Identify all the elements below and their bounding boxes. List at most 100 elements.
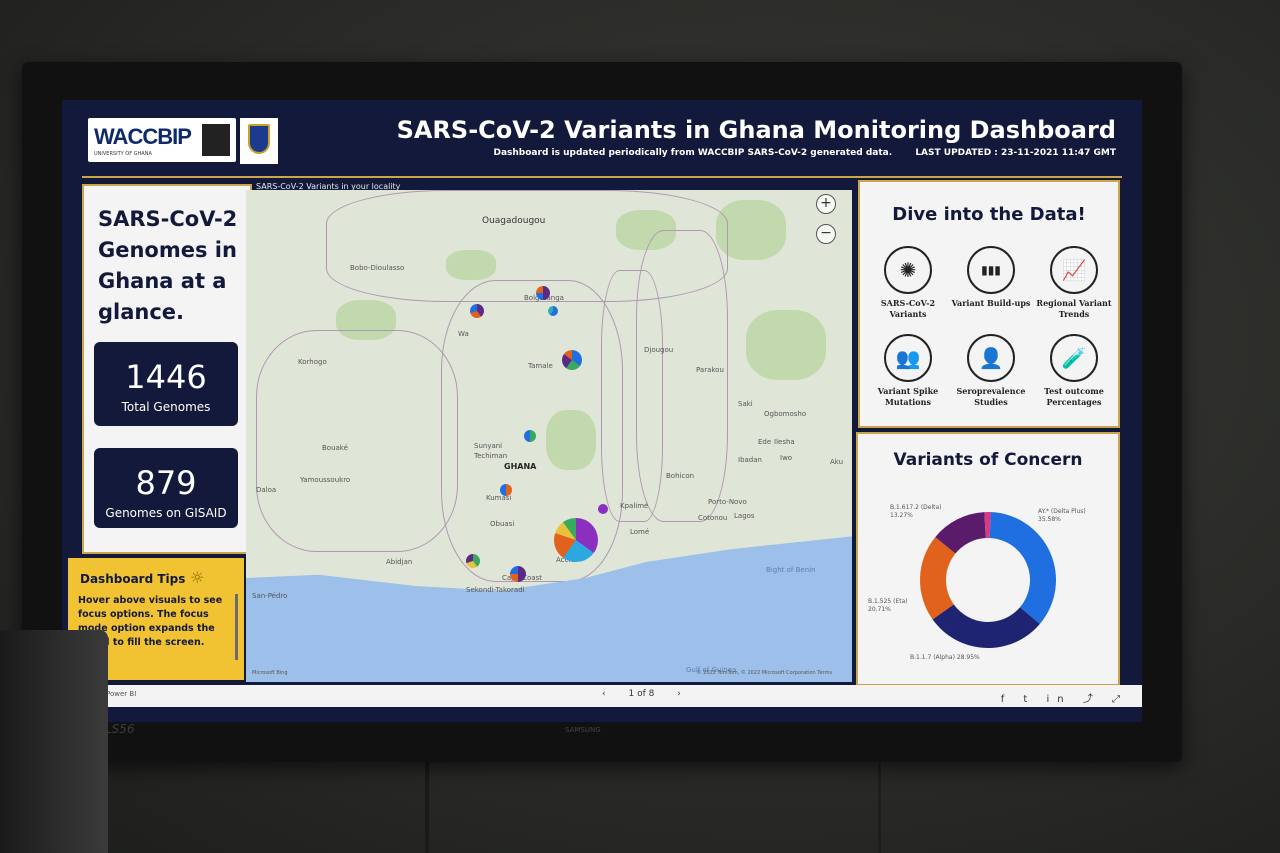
- label-delta: B.1.617.2 (Delta) 13.27%: [890, 504, 942, 519]
- swab-test-icon: 🧪: [1050, 334, 1098, 382]
- page-indicator: 1 of 8: [628, 689, 655, 699]
- tile-sars-cov-2-variants[interactable]: ✺ SARS-CoV-2 Variants: [866, 246, 950, 320]
- city-label: San-Pédro: [252, 592, 288, 600]
- crest-shield-icon: [248, 124, 270, 154]
- variant-pie-marker[interactable]: [524, 430, 536, 442]
- city-label: Sunyani: [474, 442, 503, 450]
- tile-variant-spike-mutations[interactable]: 👥 Variant Spike Mutations: [866, 334, 950, 408]
- logo-text: WACCBIP: [94, 124, 192, 149]
- tile-test-outcome-percentages[interactable]: 🧪 Test outcome Percentages: [1032, 334, 1116, 408]
- city-label: Tamale: [528, 362, 553, 370]
- gisaid-genomes-value: 879: [135, 464, 197, 502]
- tile-variant-build-ups[interactable]: ▮▮▮ Variant Build-ups: [949, 246, 1033, 309]
- country-label: GHANA: [504, 462, 537, 471]
- report-footer: Power BI ‹ 1 of 8 › f t in ⤴ ⤢: [102, 685, 1142, 707]
- city-label: Wa: [458, 330, 469, 338]
- last-updated: LAST UPDATED : 23-11-2021 11:47 GMT: [915, 148, 1116, 158]
- city-label: Yamoussoukro: [300, 476, 351, 484]
- slice-delta-plus[interactable]: [989, 512, 1056, 625]
- city-label: Lomé: [630, 528, 650, 536]
- map-copyright[interactable]: © 2022 TomTom, © 2022 Microsoft Corporat…: [697, 670, 832, 676]
- prev-page-button[interactable]: ‹: [602, 689, 606, 699]
- next-page-button[interactable]: ›: [677, 689, 681, 699]
- tile-label: Variant Build-ups: [951, 298, 1031, 308]
- header-subline: Dashboard is updated periodically from W…: [494, 148, 1117, 158]
- logo-subtext: UNIVERSITY OF GHANA: [94, 151, 152, 157]
- tile-seroprevalence-studies[interactable]: 👤 Seroprevalence Studies: [949, 334, 1033, 408]
- city-label: Djougou: [644, 346, 674, 354]
- label-alpha: B.1.1.7 (Alpha) 28.95%: [910, 654, 980, 661]
- city-label: Techiman: [474, 452, 508, 460]
- africa-icon: [202, 124, 230, 156]
- tile-label: Variant Spike Mutations: [877, 386, 939, 407]
- city-label: Cotonou: [698, 514, 728, 522]
- total-genomes-label: Total Genomes: [121, 400, 211, 414]
- line-chart-icon: 📈: [1050, 246, 1098, 294]
- gisaid-genomes-card[interactable]: 879 Genomes on GISAID: [94, 448, 238, 528]
- tile-label: Seroprevalence Studies: [956, 386, 1026, 407]
- variant-pie-marker[interactable]: [598, 504, 608, 514]
- variants-map[interactable]: Ouagadougou Bobo-Dioulasso Bolgatanga Ta…: [246, 190, 852, 682]
- city-label: Daloa: [256, 486, 277, 494]
- slice-alpha[interactable]: [932, 604, 1040, 648]
- chair-foreground: [0, 630, 108, 853]
- tv-cable: [425, 760, 429, 853]
- share-icons[interactable]: f t in ⤴ ⤢: [1001, 690, 1128, 705]
- city-label: Aku: [830, 458, 844, 466]
- total-genomes-value: 1446: [125, 358, 207, 396]
- university-crest: [240, 118, 278, 164]
- zoom-out-button[interactable]: −: [816, 224, 836, 244]
- voc-title: Variants of Concern: [893, 450, 1083, 470]
- variant-pie-marker[interactable]: [470, 304, 484, 318]
- variants-of-concern-panel: Variants of Concern AY.* (Delta Plus) 35…: [856, 432, 1120, 686]
- variant-pie-marker[interactable]: [466, 554, 480, 568]
- tile-label: Regional Variant Trends: [1036, 298, 1112, 319]
- city-label: Bohicon: [666, 472, 695, 480]
- tv-model: LS56: [105, 722, 135, 736]
- ivory-coast-border: [256, 330, 458, 552]
- dive-panel: Dive into the Data! ✺ SARS-CoV-2 Variant…: [858, 180, 1120, 428]
- header-divider: [82, 176, 1122, 178]
- researchers-icon: 👤: [967, 334, 1015, 382]
- city-label: Sekondi-Takoradi: [466, 586, 525, 594]
- tv-cable: [878, 760, 881, 853]
- total-genomes-card[interactable]: 1446 Total Genomes: [94, 342, 238, 426]
- variant-pie-marker[interactable]: [510, 566, 526, 582]
- tile-label: SARS-CoV-2 Variants: [880, 298, 936, 319]
- variant-pie-marker[interactable]: [554, 518, 598, 562]
- gisaid-genomes-label: Genomes on GISAID: [105, 506, 227, 520]
- power-bi-link[interactable]: Power BI: [106, 690, 136, 698]
- tips-scrollbar[interactable]: [235, 594, 238, 660]
- city-label: Korhogo: [298, 358, 327, 366]
- city-label: Saki: [738, 400, 753, 408]
- dive-title: Dive into the Data!: [892, 204, 1086, 225]
- lightbulb-icon: ☼: [190, 568, 205, 587]
- waccbip-logo[interactable]: WACCBIP UNIVERSITY OF GHANA: [88, 118, 236, 162]
- city-label: Obuasi: [490, 520, 515, 528]
- tile-regional-variant-trends[interactable]: 📈 Regional Variant Trends: [1032, 246, 1116, 320]
- dashboard-header: WACCBIP UNIVERSITY OF GHANA SARS-CoV-2 V…: [62, 100, 1142, 176]
- page-title: SARS-CoV-2 Variants in Ghana Monitoring …: [396, 116, 1116, 144]
- city-label: Ibadan: [738, 456, 762, 464]
- people-icon: 👥: [884, 334, 932, 382]
- tips-title: Dashboard Tips: [80, 572, 186, 586]
- city-label: Ede: [758, 438, 772, 446]
- variant-pie-marker[interactable]: [500, 484, 512, 496]
- city-label: Iwo: [780, 454, 793, 462]
- zoom-in-button[interactable]: +: [816, 194, 836, 214]
- variant-pie-marker[interactable]: [548, 306, 558, 316]
- variant-pie-marker[interactable]: [536, 286, 550, 300]
- city-label: Ouagadougou: [482, 216, 546, 226]
- glance-panel: SARS-CoV-2 Genomes in Ghana at a glance.…: [82, 184, 252, 554]
- city-label: Ilesha: [774, 438, 795, 446]
- city-label: Ogbomosho: [764, 410, 807, 418]
- bar-chart-icon: ▮▮▮: [967, 246, 1015, 294]
- park-area: [746, 310, 826, 380]
- city-label: Bouaké: [322, 444, 348, 452]
- city-label: Abidjan: [386, 558, 413, 566]
- sea-label: Bight of Benin: [766, 566, 816, 574]
- tile-label: Test outcome Percentages: [1044, 386, 1104, 407]
- variant-pie-marker[interactable]: [562, 350, 582, 370]
- map-attribution: Microsoft Bing: [252, 670, 288, 676]
- glance-heading: SARS-CoV-2 Genomes in Ghana at a glance.: [98, 207, 238, 324]
